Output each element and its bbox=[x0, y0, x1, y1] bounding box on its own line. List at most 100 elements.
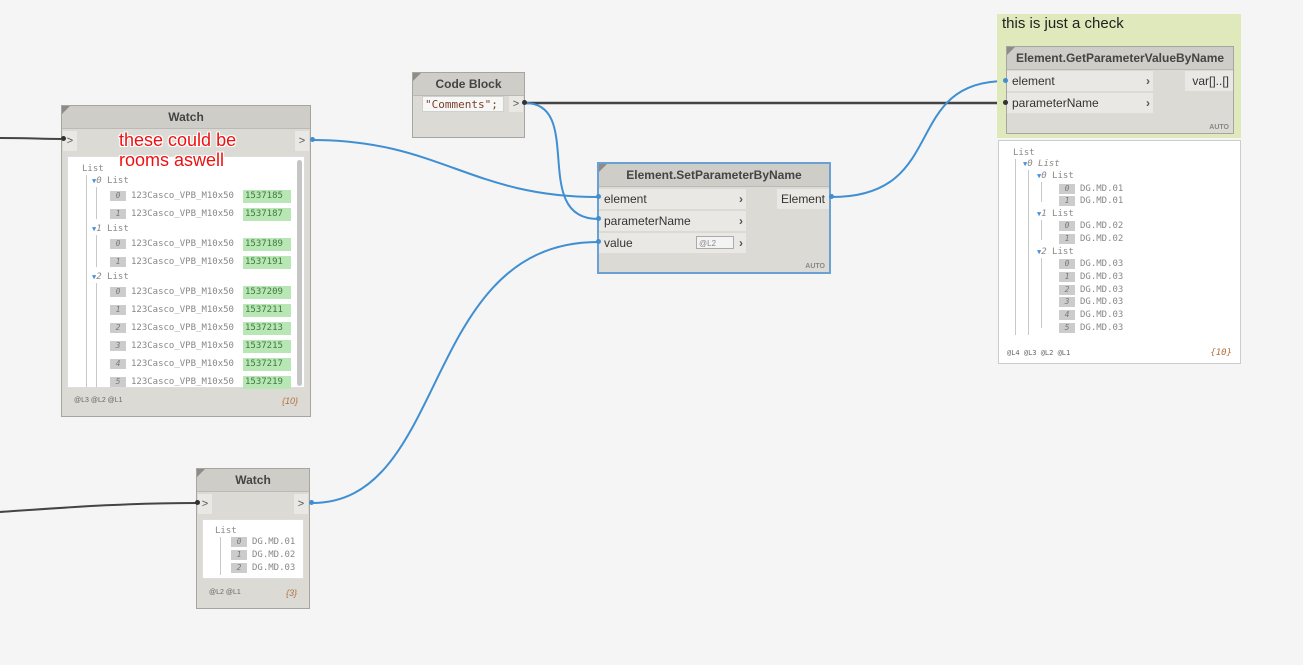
group-title[interactable]: this is just a check bbox=[1002, 15, 1124, 32]
item-name: 123Casco_VPB_M10x50 bbox=[131, 341, 234, 351]
list-item: 1 123Casco_VPB_M10x50 1537211 bbox=[110, 303, 291, 317]
set-param-input-value[interactable]: value @L2 › bbox=[599, 233, 746, 253]
watch1-input-port[interactable]: > bbox=[63, 131, 77, 151]
item-index: 2 bbox=[231, 563, 247, 573]
item-id: 1537185 bbox=[243, 189, 291, 203]
item-index: 0 bbox=[110, 287, 126, 297]
list-group-line bbox=[96, 283, 97, 387]
watch2-levels[interactable]: @L2 @L1 bbox=[209, 589, 241, 596]
item-value: DG.MD.02 bbox=[1080, 234, 1124, 245]
set-param-input-parametername-label: parameterName bbox=[604, 214, 691, 228]
item-index: 5 bbox=[1059, 322, 1075, 333]
item-index: 5 bbox=[110, 377, 126, 387]
item-id: 1537219 bbox=[243, 375, 291, 389]
set-param-input-element-label: element bbox=[604, 192, 647, 206]
wire-codeblock-to-set-paramname bbox=[524, 102, 599, 220]
item-index: 0 bbox=[1059, 259, 1075, 270]
item-value: DG.MD.02 bbox=[252, 550, 296, 560]
watch2-tree-line bbox=[220, 537, 221, 575]
list-group-text: List bbox=[101, 272, 129, 282]
watch2-input-port[interactable]: > bbox=[198, 494, 212, 514]
list-item: 1 DG.MD.01 bbox=[1059, 195, 1123, 207]
item-name: 123Casco_VPB_M10x50 bbox=[131, 191, 234, 201]
list-group-label: ▼0 List bbox=[1037, 170, 1074, 182]
list-group-label: ▼2 List bbox=[92, 271, 129, 283]
code-block-output-port[interactable]: > bbox=[509, 96, 523, 112]
set-param-input-element[interactable]: element › bbox=[599, 189, 746, 209]
item-index: 1 bbox=[1059, 272, 1075, 282]
item-name: 123Casco_VPB_M10x50 bbox=[131, 359, 234, 369]
set-parameter-node[interactable]: Element.SetParameterByName element › par… bbox=[597, 162, 831, 274]
list-item: 3 DG.MD.03 bbox=[1059, 296, 1123, 308]
item-index: 0 bbox=[1059, 183, 1075, 194]
list-group-label: ▼0 List bbox=[92, 175, 129, 187]
list-item: 2 DG.MD.03 bbox=[231, 562, 295, 574]
get-in-dot-2 bbox=[1003, 100, 1008, 105]
lacing-stepper[interactable]: @L2 bbox=[696, 236, 734, 249]
list-group-text: List bbox=[1046, 246, 1074, 257]
watch1-preview[interactable]: List ▼0 List 0 123Casco_VPB_M10x50 1537185 1… bbox=[67, 156, 305, 389]
watch1-levels[interactable]: @L3 @L2 @L1 bbox=[74, 397, 123, 404]
item-value: DG.MD.03 bbox=[1080, 322, 1124, 333]
wire-set-to-get-element bbox=[831, 80, 1007, 198]
watch1-output-port[interactable]: > bbox=[295, 131, 309, 151]
item-index: 1 bbox=[110, 305, 126, 315]
item-index: 1 bbox=[1059, 234, 1075, 245]
item-id: 1537211 bbox=[243, 303, 291, 317]
wire-watch1-to-set-element bbox=[311, 139, 599, 198]
watch2-title[interactable]: Watch bbox=[197, 469, 309, 492]
set-param-title[interactable]: Element.SetParameterByName bbox=[599, 164, 829, 187]
watch2-preview[interactable]: List 0 DG.MD.01 1 DG.MD.02 2 DG.MD.03 bbox=[202, 519, 304, 579]
item-id: 1537217 bbox=[243, 357, 291, 371]
chevron-right-icon: › bbox=[1146, 96, 1150, 110]
list-item: 0 DG.MD.02 bbox=[1059, 220, 1123, 232]
watch1-scrollbar[interactable] bbox=[297, 160, 302, 386]
set-param-auto-label: AUTO bbox=[805, 263, 825, 270]
wire-incoming-watch2 bbox=[0, 502, 198, 513]
list-item: 0 123Casco_VPB_M10x50 1537185 bbox=[110, 189, 291, 203]
item-name: 123Casco_VPB_M10x50 bbox=[131, 377, 234, 387]
get-param-input-element[interactable]: element › bbox=[1007, 71, 1153, 91]
get-param-count: {10} bbox=[1210, 348, 1232, 358]
watch-node-2[interactable]: Watch > > List 0 DG.MD.01 1 DG.MD.02 2 DG.MD.… bbox=[196, 468, 310, 609]
code-block-node[interactable]: Code Block "Comments"; > bbox=[412, 72, 525, 138]
item-index: 0 bbox=[110, 191, 126, 201]
item-index: 2 bbox=[1059, 284, 1075, 295]
item-name: 123Casco_VPB_M10x50 bbox=[131, 239, 234, 249]
list-item: 1 DG.MD.02 bbox=[1059, 233, 1123, 245]
item-index: 1 bbox=[231, 550, 247, 560]
get-parameter-node[interactable]: Element.GetParameterValueByName element … bbox=[1006, 46, 1234, 134]
set-param-output-element[interactable]: Element bbox=[777, 189, 829, 209]
set-in-dot-2 bbox=[596, 216, 601, 221]
get-param-input-parametername[interactable]: parameterName › bbox=[1007, 93, 1153, 113]
watch2-output-port[interactable]: > bbox=[294, 494, 308, 514]
watch1-out-dot bbox=[310, 137, 315, 142]
item-value: DG.MD.03 bbox=[1080, 297, 1124, 308]
list-item: 5 DG.MD.03 bbox=[1059, 322, 1123, 334]
watch1-title[interactable]: Watch bbox=[62, 106, 310, 129]
item-index: 0 bbox=[1059, 221, 1075, 232]
get-param-tree-line-2 bbox=[1028, 170, 1029, 335]
get-param-output[interactable]: var[]..[] bbox=[1185, 71, 1233, 91]
item-value: DG.MD.03 bbox=[1080, 272, 1124, 282]
chevron-right-icon: › bbox=[739, 236, 743, 250]
item-index: 2 bbox=[110, 323, 126, 333]
set-param-input-parametername[interactable]: parameterName › bbox=[599, 211, 746, 231]
lacing-level-value: @L2 bbox=[699, 239, 717, 248]
code-block-editor[interactable]: "Comments"; bbox=[422, 96, 504, 112]
get-param-title[interactable]: Element.GetParameterValueByName bbox=[1007, 47, 1233, 70]
item-id: 1537191 bbox=[243, 255, 291, 269]
get-param-levels[interactable]: @L4 @L3 @L2 @L1 bbox=[1007, 349, 1070, 357]
item-value: DG.MD.01 bbox=[1080, 196, 1124, 207]
item-name: 123Casco_VPB_M10x50 bbox=[131, 305, 234, 315]
list-group-label: ▼1 List bbox=[1037, 208, 1074, 220]
chevron-right-icon: › bbox=[1146, 74, 1150, 88]
item-index: 4 bbox=[1059, 310, 1075, 321]
get-param-outer-label: ▼0 List bbox=[1023, 159, 1060, 169]
code-block-title[interactable]: Code Block bbox=[413, 73, 524, 96]
list-item: 3 123Casco_VPB_M10x50 1537215 bbox=[110, 339, 291, 353]
get-param-preview[interactable]: List ▼0 List @L4 @L3 @L2 @L1 {10} ▼0 Lis… bbox=[998, 140, 1241, 364]
item-value: DG.MD.01 bbox=[252, 537, 296, 547]
item-value: DG.MD.03 bbox=[1080, 310, 1124, 321]
code-text[interactable]: "Comments"; bbox=[425, 98, 498, 111]
